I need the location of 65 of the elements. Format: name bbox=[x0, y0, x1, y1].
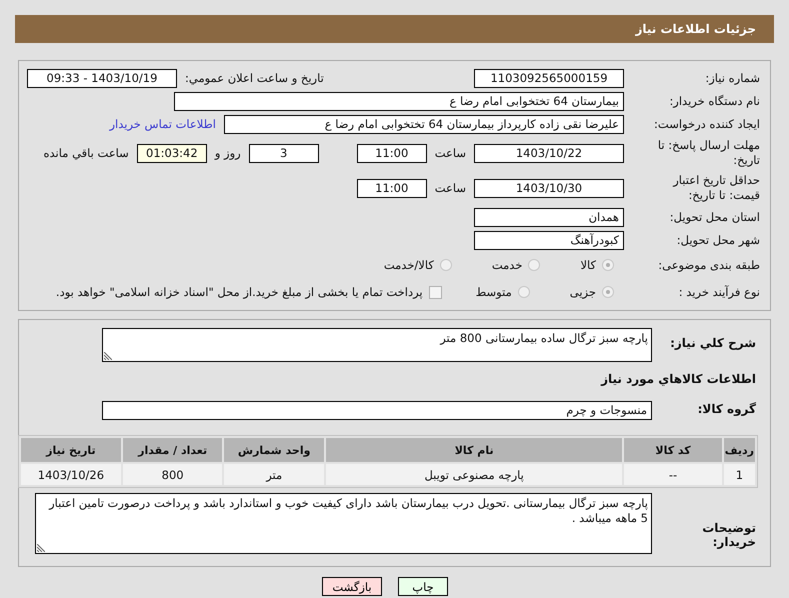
table-cell: -- bbox=[624, 464, 722, 485]
contact-link[interactable]: اطلاعات تماس خریدار bbox=[109, 117, 216, 131]
back-button[interactable]: بازگشت bbox=[322, 577, 382, 596]
radio-button[interactable] bbox=[602, 286, 614, 298]
print-button[interactable]: چاپ bbox=[398, 577, 448, 596]
text-area-value: پارچه سبز ترگال بیمارستانی .تحویل درب بیمارستان باشد دارای کیفیت خوب و استاندارد باشد و پرداخت درصورت تامین اعتبار 5 ماهه میباشد . bbox=[49, 496, 648, 525]
field-label: استان محل تحویل: bbox=[668, 210, 760, 224]
column-header: واحد شمارش bbox=[224, 438, 324, 462]
text-field[interactable]: منسوجات و چرم bbox=[102, 401, 652, 420]
section-title: اطلاعات کالاهاي مورد نیاز bbox=[600, 372, 756, 386]
text-field[interactable]: 1403/10/22 bbox=[474, 144, 624, 162]
time-label: ساعت bbox=[434, 146, 466, 160]
radio-button[interactable] bbox=[440, 259, 452, 271]
field-label: نام دستگاه خریدار: bbox=[668, 94, 760, 108]
checkbox-label: پرداخت تمام یا بخشی از مبلغ خرید.از محل "اسناد خزانه اسلامی" خواهد بود. bbox=[56, 285, 423, 299]
table-cell: 1403/10/26 bbox=[21, 464, 121, 485]
field-label: گروه کالا: bbox=[696, 401, 756, 416]
radio-button[interactable] bbox=[528, 259, 540, 271]
radio-label: خدمت bbox=[492, 258, 522, 272]
field-label: توضیحات خریدار: bbox=[701, 520, 756, 549]
checkbox[interactable] bbox=[428, 286, 442, 298]
text-field[interactable]: 1103092565000159 bbox=[474, 68, 624, 88]
column-header: نام کالا bbox=[326, 438, 622, 462]
table-cell: متر bbox=[224, 464, 324, 485]
radio-label: متوسط bbox=[476, 285, 512, 299]
radio-label: کالا/خدمت bbox=[384, 258, 434, 272]
column-header: ردیف bbox=[724, 438, 755, 462]
radio-label: کالا bbox=[580, 258, 596, 272]
resize-grip-icon bbox=[37, 544, 45, 552]
resize-grip-icon bbox=[104, 352, 112, 360]
text-area-value: پارچه سبز ترگال ساده بیمارستانی 800 متر bbox=[440, 331, 648, 345]
text-field[interactable]: 1403/10/19 - 09:33 bbox=[27, 68, 177, 88]
field-label: حداقل تاریخ اعتبار قیمت: تا تاریخ: bbox=[672, 173, 760, 203]
time-label: ساعت bbox=[434, 181, 466, 195]
field-label: شهر محل تحویل: bbox=[676, 232, 760, 248]
field-label: مهلت ارسال پاسخ: تا تاریخ: bbox=[656, 138, 760, 168]
text-field[interactable]: 11:00 bbox=[356, 144, 427, 162]
text-field[interactable]: کبودرآهنگ bbox=[474, 230, 624, 250]
radio-button[interactable] bbox=[602, 259, 614, 271]
text-field[interactable]: علیرضا نقی زاده کارپرداز بیمارستان 64 تختخوابی امام رضا ع bbox=[224, 114, 624, 134]
field-label: ایجاد کننده درخواست: bbox=[653, 116, 760, 132]
field-label: طبقه بندی موضوعی: bbox=[657, 258, 760, 272]
radio-label: جزیی bbox=[570, 285, 596, 299]
text-field[interactable]: 3 bbox=[248, 144, 319, 162]
text-field[interactable]: همدان bbox=[474, 208, 624, 226]
field-label: تاریخ و ساعت اعلان عمومي: bbox=[185, 71, 324, 85]
text-area[interactable]: پارچه سبز ترگال بیمارستانی .تحویل درب بیمارستان باشد دارای کیفیت خوب و استاندارد باشد و پرداخت درصورت تامین اعتبار 5 ماهه میباشد . bbox=[35, 493, 652, 554]
page-title: جزئیات اطلاعات نیاز bbox=[635, 22, 756, 36]
radio-button[interactable] bbox=[518, 286, 530, 298]
table-cell: 800 bbox=[122, 464, 222, 485]
text-field[interactable]: 11:00 bbox=[356, 178, 427, 198]
days-label: روز و bbox=[214, 146, 241, 160]
column-header: کد کالا bbox=[624, 438, 722, 462]
field-label: شماره نیاز: bbox=[704, 70, 760, 86]
text-field[interactable]: بیمارستان 64 تختخوابی امام رضا ع bbox=[174, 92, 624, 110]
column-header: تاریخ نیاز bbox=[21, 438, 121, 462]
text-field[interactable]: 1403/10/30 bbox=[474, 178, 624, 198]
table-cell: پارچه مصنوعی تویبل bbox=[326, 464, 622, 485]
column-header: تعداد / مقدار bbox=[122, 438, 222, 462]
remaining-label: ساعت باقي مانده bbox=[44, 146, 129, 160]
text-area[interactable]: پارچه سبز ترگال ساده بیمارستانی 800 متر bbox=[102, 328, 652, 362]
text-field[interactable]: 01:03:42 bbox=[136, 144, 207, 162]
table-cell: 1 bbox=[724, 464, 755, 485]
field-label: شرح کلي نیاز: bbox=[669, 335, 756, 350]
field-label: نوع فرآیند خرید : bbox=[678, 284, 760, 300]
